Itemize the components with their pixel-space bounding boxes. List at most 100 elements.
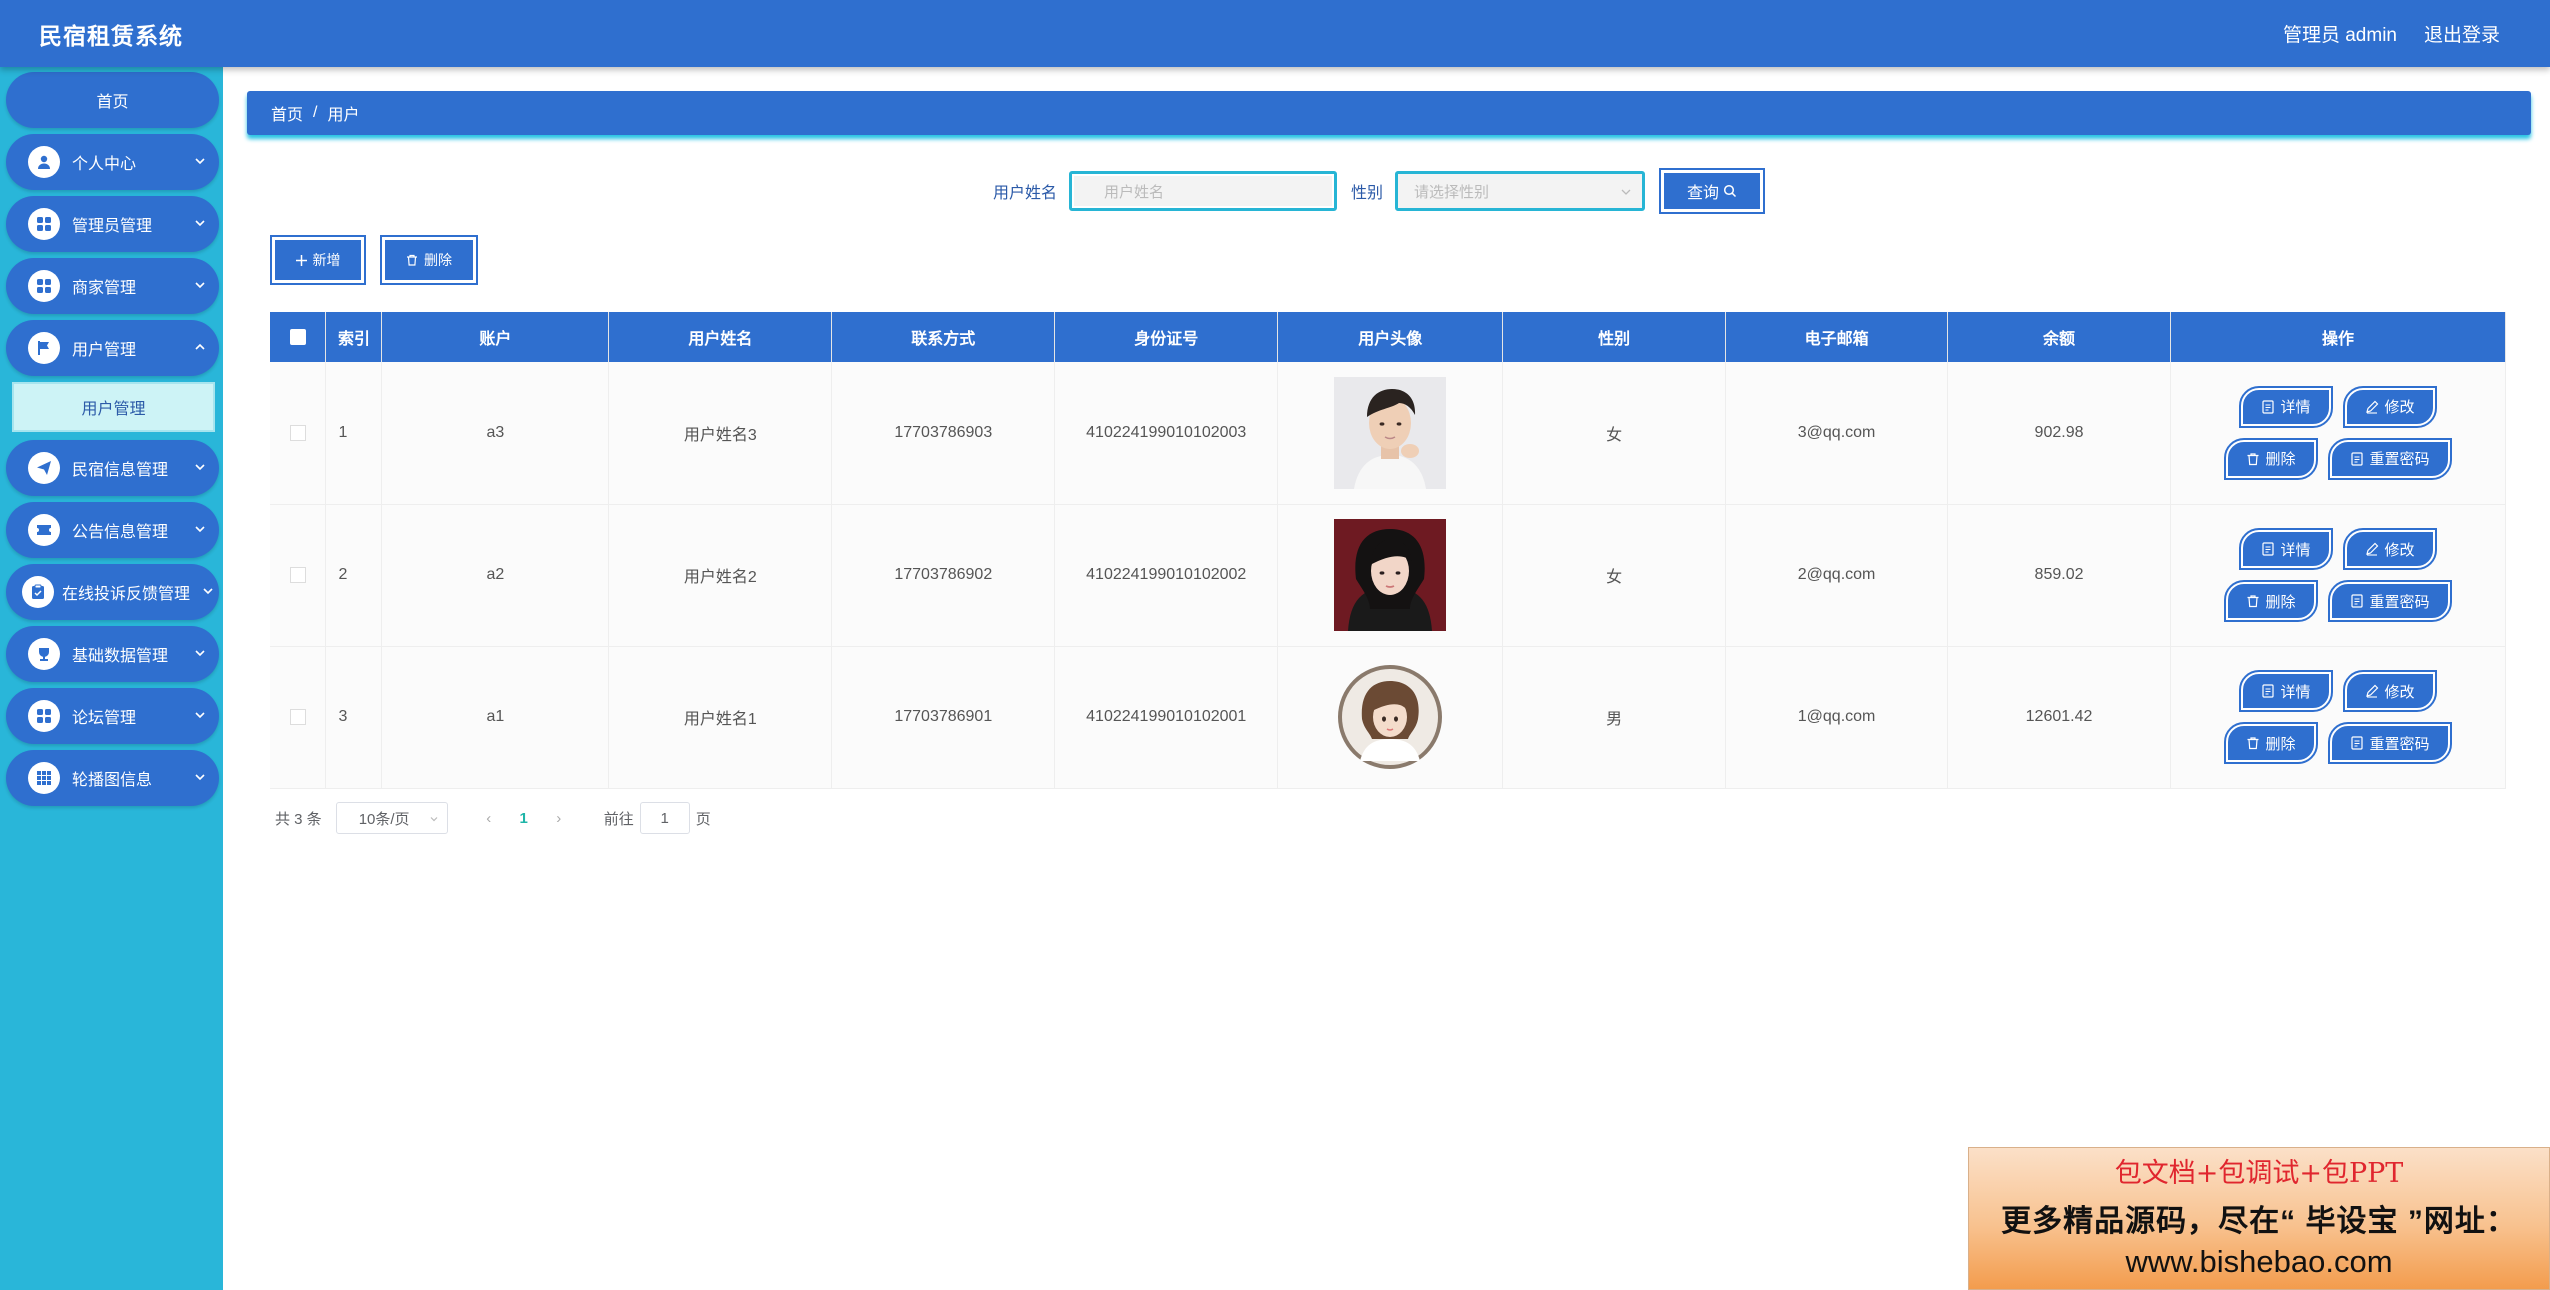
- goto-page-input[interactable]: 1: [639, 802, 690, 834]
- pagination-total: 共 3 条: [275, 810, 322, 828]
- chevron-down-icon: [195, 526, 205, 533]
- top-right-menu: 管理员 admin 退出登录: [2283, 20, 2500, 47]
- sidebar-item-label: 个人中心: [72, 156, 137, 173]
- gender-cell: 男: [1502, 646, 1727, 789]
- select-all-cell[interactable]: [270, 312, 327, 362]
- row-select-cell[interactable]: [270, 504, 327, 647]
- sidebar-item-complaint-feedback[interactable]: 在线投诉反馈管理: [6, 564, 219, 620]
- ops-row-top: 详情 修改: [2238, 385, 2437, 428]
- chevron-down-icon: [195, 158, 205, 165]
- page-size-select[interactable]: 10条/页: [335, 802, 448, 834]
- row-checkbox[interactable]: [289, 566, 306, 583]
- sidebar-item-home[interactable]: 首页: [6, 72, 219, 128]
- ops-row-bottom: 删除 重置密码: [2223, 437, 2452, 480]
- name-search-input[interactable]: 用户姓名: [1069, 171, 1338, 211]
- grid-icon: [28, 208, 60, 240]
- phone-cell: 17703786901: [831, 646, 1056, 789]
- reset-password-button[interactable]: 重置密码: [2327, 722, 2452, 764]
- reset-password-button[interactable]: 重置密码: [2327, 437, 2452, 480]
- sidebar-item-announcement[interactable]: 公告信息管理: [6, 502, 219, 558]
- sidebar-item-label: 首页: [96, 94, 129, 111]
- delete-button[interactable]: 删除: [2223, 722, 2318, 764]
- avatar[interactable]: [1334, 661, 1446, 773]
- avatar[interactable]: [1334, 376, 1447, 489]
- logout-link[interactable]: 退出登录: [2424, 20, 2500, 47]
- ops-row-top: 详情 修改: [2238, 670, 2437, 712]
- avatar[interactable]: [1334, 519, 1447, 631]
- breadcrumb: 首页 / 用户: [247, 91, 2531, 135]
- avatar-cell: [1277, 362, 1504, 505]
- balance-cell: 902.98: [1947, 362, 2171, 505]
- current-user-label[interactable]: 管理员 admin: [2283, 20, 2397, 47]
- sidebar-item-admin-management[interactable]: 管理员管理: [6, 196, 219, 252]
- sidebar-item-user-management[interactable]: 用户管理: [6, 320, 219, 376]
- index-cell: 3: [325, 646, 383, 789]
- row-select-cell[interactable]: [270, 646, 327, 789]
- phone-cell: 17703786903: [831, 362, 1056, 505]
- next-page-button[interactable]: ›: [544, 810, 574, 827]
- document-icon: [2351, 452, 2364, 466]
- document-icon: [2262, 684, 2275, 698]
- column-header: 联系方式: [831, 312, 1056, 362]
- sidebar-item-forum[interactable]: 论坛管理: [6, 688, 219, 744]
- chevron-up-icon: [195, 343, 205, 350]
- avatar-cell: [1277, 646, 1504, 789]
- delete-button[interactable]: 删除: [2223, 437, 2318, 480]
- edit-button[interactable]: 修改: [2342, 670, 2437, 712]
- chevron-down-icon: [1621, 189, 1631, 195]
- account-cell: a1: [381, 646, 610, 789]
- detail-button[interactable]: 详情: [2238, 528, 2333, 570]
- delete-button-label: 删除: [2265, 735, 2296, 753]
- gender-select[interactable]: 请选择性别: [1395, 171, 1646, 211]
- index-cell: 2: [325, 504, 383, 647]
- sidebar-item-personal-center[interactable]: 个人中心: [6, 134, 219, 190]
- table-row: 1 a3 用户姓名3 17703786903 41022419901010200…: [270, 362, 2507, 505]
- grid-icon: [28, 700, 60, 732]
- query-button[interactable]: 查询: [1659, 168, 1766, 214]
- column-header: 余额: [1947, 312, 2171, 362]
- edit-icon: [2366, 684, 2379, 698]
- page-number-current[interactable]: 1: [504, 810, 544, 827]
- column-header: 用户姓名: [608, 312, 833, 362]
- grid-icon: [28, 270, 60, 302]
- document-icon: [2351, 736, 2364, 750]
- apps-icon: [28, 762, 60, 794]
- row-checkbox[interactable]: [289, 424, 306, 441]
- reset-password-button[interactable]: 重置密码: [2327, 580, 2452, 622]
- account-cell: a3: [381, 362, 610, 505]
- app-title: 民宿租赁系统: [39, 22, 183, 49]
- select-all-checkbox[interactable]: [289, 328, 306, 345]
- email-cell: 1@qq.com: [1725, 646, 1949, 789]
- detail-button-label: 详情: [2280, 541, 2311, 559]
- chevron-down-icon: [195, 712, 205, 719]
- sidebar-item-label: 民宿信息管理: [72, 462, 169, 479]
- trash-icon: [2247, 737, 2259, 750]
- delete-button[interactable]: 删除: [2223, 580, 2318, 622]
- sidebar-item-carousel[interactable]: 轮播图信息: [6, 750, 219, 806]
- search-bar: 用户姓名 用户姓名 性别 请选择性别 查询: [993, 168, 1766, 214]
- balance-cell: 12601.42: [1947, 646, 2171, 789]
- edit-button-label: 修改: [2384, 541, 2415, 559]
- edit-button-label: 修改: [2384, 683, 2415, 701]
- sidebar-item-basic-data[interactable]: 基础数据管理: [6, 626, 219, 682]
- breadcrumb-home[interactable]: 首页: [271, 101, 303, 125]
- sidebar-item-label: 基础数据管理: [72, 648, 169, 665]
- add-button[interactable]: 新增: [270, 235, 366, 285]
- reset-password-button-label: 重置密码: [2369, 735, 2430, 753]
- batch-delete-button[interactable]: 删除: [380, 235, 478, 285]
- prev-page-button[interactable]: ‹: [474, 810, 504, 827]
- sidebar-item-label: 轮播图信息: [72, 772, 153, 789]
- document-icon: [2262, 542, 2275, 556]
- edit-button[interactable]: 修改: [2342, 385, 2437, 428]
- sidebar-item-homestay-info[interactable]: 民宿信息管理: [6, 440, 219, 496]
- edit-button[interactable]: 修改: [2342, 528, 2437, 570]
- row-select-cell[interactable]: [270, 362, 327, 505]
- name-cell: 用户姓名3: [608, 362, 833, 505]
- submenu-item-user-management[interactable]: 用户管理: [12, 382, 215, 432]
- detail-button[interactable]: 详情: [2238, 670, 2333, 712]
- id-card-cell: 410224199010102001: [1054, 646, 1279, 789]
- edit-button-label: 修改: [2384, 399, 2415, 417]
- detail-button[interactable]: 详情: [2238, 385, 2333, 428]
- row-checkbox[interactable]: [289, 708, 306, 725]
- sidebar-item-merchant-management[interactable]: 商家管理: [6, 258, 219, 314]
